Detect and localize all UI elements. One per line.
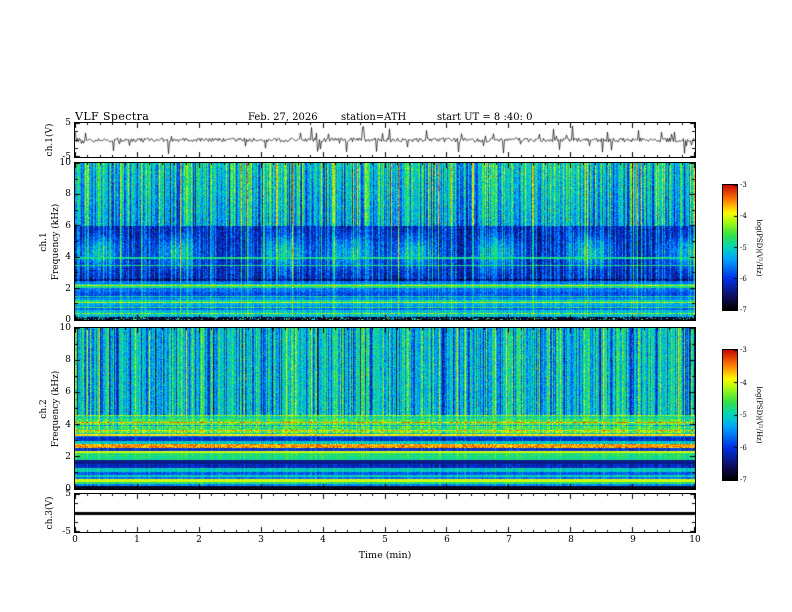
y-axis-title-line2: Frequency (kHz) <box>51 370 61 447</box>
x-tick-label: 4 <box>320 535 326 545</box>
x-tick-label: 10 <box>689 535 701 545</box>
y-axis-title: ch.3(V) <box>45 496 55 530</box>
y-tick-label: 10 <box>59 323 71 333</box>
x-tick-label: 7 <box>506 535 512 545</box>
colorbar-tick-label: -3 <box>740 181 747 189</box>
colorbar-ch2 <box>722 349 738 481</box>
x-axis-label: Time (min) <box>358 550 412 561</box>
x-tick-label: 8 <box>568 535 574 545</box>
y-axis-title-line1: ch.2 <box>39 398 49 419</box>
colorbar-unit-label: log(PSD)(V²/Hz) <box>755 219 763 276</box>
x-tick-label: 2 <box>196 535 202 545</box>
colorbar-tick-label: -3 <box>740 346 747 354</box>
colorbar-ch1-canvas <box>723 185 737 310</box>
x-tick-label: 6 <box>444 535 450 545</box>
colorbar-tick-label: -7 <box>740 476 747 484</box>
x-tick-label: 9 <box>630 535 636 545</box>
colorbar-ch1 <box>722 184 738 311</box>
ch1-spectrogram-canvas <box>75 163 695 320</box>
x-tick-label: 5 <box>382 535 388 545</box>
y-tick-label: 8 <box>65 189 71 199</box>
colorbar-unit-label: log(PSD)(V²/Hz) <box>755 386 763 444</box>
y-axis-title: ch.1(V) <box>45 123 55 157</box>
colorbar-tick-label: -6 <box>740 444 747 452</box>
y-tick-label: 2 <box>65 284 71 294</box>
y-axis-title-line2: Frequency (kHz) <box>51 203 61 280</box>
colorbar-tick-label: -5 <box>740 244 747 252</box>
colorbar-tick-label: -5 <box>740 411 747 419</box>
y-tick-label: 8 <box>65 355 71 365</box>
colorbar-ch2-canvas <box>723 350 737 480</box>
ch1-waveform-panel <box>74 122 696 158</box>
x-tick-label: 3 <box>258 535 264 545</box>
ch1-spectrogram-panel <box>74 162 696 321</box>
colorbar-tick-label: -4 <box>740 212 747 220</box>
colorbar-tick-label: -4 <box>740 379 747 387</box>
y-tick-label: 2 <box>65 452 71 462</box>
colorbar-tick-label: -6 <box>740 275 747 283</box>
vlf-spectra-figure: VLF Spectra Feb. 27, 2026 station=ATH st… <box>0 0 792 612</box>
y-axis-title-line1: ch.1 <box>39 231 49 252</box>
x-tick-label: 0 <box>72 535 78 545</box>
ch3-waveform-canvas <box>75 494 695 532</box>
y-tick-label: 10 <box>59 158 71 168</box>
x-tick-label: 1 <box>134 535 140 545</box>
ch3-waveform-panel <box>74 493 696 533</box>
colorbar-tick-label: -7 <box>740 306 747 314</box>
ch2-spectrogram-panel <box>74 327 696 490</box>
ch1-waveform-canvas <box>75 123 695 157</box>
ch2-spectrogram-canvas <box>75 328 695 489</box>
